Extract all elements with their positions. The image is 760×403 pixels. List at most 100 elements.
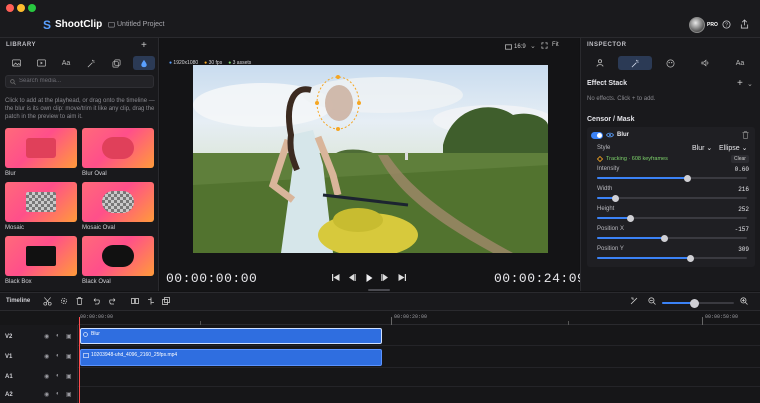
settings-icon[interactable]: [60, 297, 68, 305]
blur-tile[interactable]: [5, 128, 77, 168]
track-name: A2: [5, 392, 13, 398]
speaker-icon[interactable]: ◐: [56, 391, 60, 397]
video-icon: [36, 59, 46, 67]
property-value[interactable]: 0.60: [735, 166, 749, 173]
add-effect-icon[interactable]: +: [737, 78, 743, 89]
step-forward-icon[interactable]: [381, 274, 389, 281]
property-value[interactable]: -157: [735, 226, 749, 233]
project-name[interactable]: Untitled Project: [117, 21, 164, 28]
duplicate-icon[interactable]: [162, 297, 170, 305]
video-clip[interactable]: 10203948-uhd_4096_2160_25fps.mp4: [80, 349, 382, 366]
tab-text[interactable]: Aa: [723, 56, 757, 70]
mosaic-oval-tile[interactable]: [82, 182, 154, 222]
video-preview[interactable]: [193, 65, 548, 253]
fit-button[interactable]: Fit: [552, 42, 559, 48]
panel-resize-handle[interactable]: [368, 289, 390, 291]
chevron-down-icon[interactable]: ⌄: [530, 42, 536, 50]
speaker-icon[interactable]: ◐: [56, 353, 60, 359]
property-value[interactable]: 252: [738, 206, 749, 213]
align-icon[interactable]: [147, 297, 155, 305]
tab-audio[interactable]: [688, 56, 722, 70]
zoom-out-icon[interactable]: [648, 297, 656, 305]
minimize-window-button[interactable]: [17, 4, 25, 12]
lock-icon[interactable]: ▣: [66, 353, 72, 360]
eye-icon[interactable]: ◉: [44, 353, 49, 360]
blur-oval-tile[interactable]: [82, 128, 154, 168]
avatar[interactable]: [689, 17, 705, 33]
tab-effects[interactable]: [80, 56, 102, 70]
clear-tracking-button[interactable]: Clear: [731, 155, 749, 163]
skip-end-icon[interactable]: [398, 274, 406, 281]
style-select[interactable]: Blur ⌄: [692, 144, 712, 152]
black-oval-tile[interactable]: [82, 236, 154, 276]
slider-knob[interactable]: [626, 214, 634, 222]
redo-icon[interactable]: [109, 297, 117, 305]
lock-icon[interactable]: ▣: [66, 391, 72, 398]
speaker-icon[interactable]: ◐: [56, 333, 60, 339]
black-box-tile[interactable]: [5, 236, 77, 276]
tab-effects-active[interactable]: [618, 56, 652, 70]
black-oval-preview: [102, 245, 134, 267]
eye-icon[interactable]: ◉: [44, 373, 49, 380]
property-slider[interactable]: [597, 194, 747, 202]
zoom-slider[interactable]: [662, 298, 734, 308]
maximize-window-button[interactable]: [28, 4, 36, 12]
close-window-button[interactable]: [6, 4, 14, 12]
zoom-knob[interactable]: [689, 298, 699, 308]
blur-clip[interactable]: Blur: [80, 328, 382, 344]
ruler-label: 00:00:00:00: [80, 314, 114, 320]
tab-transform[interactable]: [583, 56, 617, 70]
play-icon[interactable]: [366, 274, 373, 282]
magic-icon: [87, 59, 95, 67]
scissors-icon[interactable]: [43, 297, 52, 306]
library-panel: LIBRARY + Aa Click to add at the playhea…: [0, 38, 159, 291]
tab-video[interactable]: [30, 56, 52, 70]
tab-layers[interactable]: [105, 56, 127, 70]
slider-knob[interactable]: [683, 174, 691, 182]
tab-text[interactable]: Aa: [55, 56, 77, 70]
add-media-icon[interactable]: +: [141, 40, 147, 51]
trash-icon[interactable]: [742, 131, 749, 139]
track-name: V1: [5, 354, 13, 360]
skip-start-icon[interactable]: [332, 274, 340, 281]
trash-icon[interactable]: [76, 297, 83, 305]
property-value[interactable]: 216: [738, 186, 749, 193]
search-field[interactable]: [5, 75, 154, 88]
playhead[interactable]: [79, 317, 80, 403]
blur-oval-preview: [102, 137, 134, 159]
step-back-icon[interactable]: [348, 274, 356, 281]
property-slider[interactable]: [597, 214, 747, 222]
effect-toggle[interactable]: [591, 132, 603, 139]
timeline-ruler[interactable]: 00:00:00:00 00:00:20:00 00:00:50:00: [78, 311, 760, 325]
palette-icon: [666, 59, 674, 67]
aspect-select[interactable]: 16:9: [505, 41, 529, 52]
tab-images[interactable]: [5, 56, 27, 70]
eye-icon[interactable]: [606, 132, 614, 138]
split-icon[interactable]: [131, 297, 139, 305]
mosaic-tile[interactable]: [5, 182, 77, 222]
zoom-in-icon[interactable]: [740, 297, 748, 305]
shape-select[interactable]: Ellipse ⌄: [719, 144, 747, 152]
help-icon[interactable]: ?: [722, 20, 731, 29]
snap-icon[interactable]: [630, 297, 638, 305]
property-slider[interactable]: [597, 234, 747, 242]
property-slider[interactable]: [597, 174, 747, 182]
slider-knob[interactable]: [611, 194, 619, 202]
eye-icon[interactable]: ◉: [44, 333, 49, 340]
fit-icon[interactable]: [541, 42, 548, 49]
tab-censor[interactable]: [133, 56, 155, 70]
slider-fill: [597, 257, 690, 259]
property-value[interactable]: 309: [738, 246, 749, 253]
search-input[interactable]: [19, 78, 149, 84]
eye-icon[interactable]: ◉: [44, 391, 49, 398]
slider-knob[interactable]: [686, 254, 694, 262]
chevron-down-icon[interactable]: ⌄: [747, 80, 753, 88]
undo-icon[interactable]: [92, 297, 100, 305]
slider-knob[interactable]: [661, 234, 668, 242]
lock-icon[interactable]: ▣: [66, 373, 72, 380]
share-icon[interactable]: [740, 19, 749, 29]
speaker-icon[interactable]: ◐: [56, 373, 60, 379]
lock-icon[interactable]: ▣: [66, 333, 72, 340]
tab-color[interactable]: [653, 56, 687, 70]
property-slider[interactable]: [597, 254, 747, 262]
